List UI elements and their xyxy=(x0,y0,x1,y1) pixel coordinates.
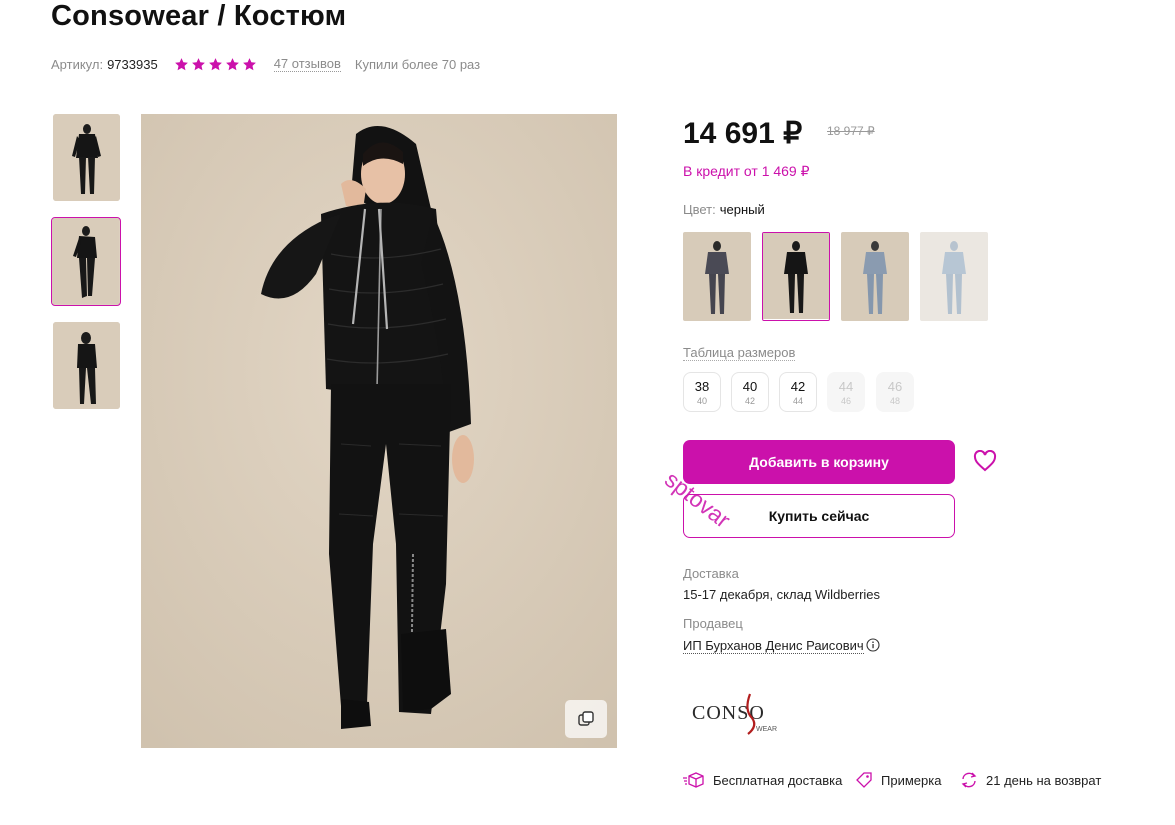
zoom-icon xyxy=(578,711,594,726)
size-value: 44 xyxy=(838,379,854,394)
brand-logo-sub: WEAR xyxy=(756,726,777,733)
article-label: Артикул: xyxy=(51,56,104,72)
size-ru-value: 42 xyxy=(744,396,755,406)
feature-try-on: Примерка xyxy=(855,771,941,789)
zoom-button[interactable] xyxy=(565,700,607,738)
star-icon xyxy=(191,57,205,70)
return-icon xyxy=(961,772,977,788)
brand-logo[interactable]: CONSO WEAR xyxy=(690,690,782,736)
purchases-count: Купили более 70 раз xyxy=(354,56,481,72)
thumbnail-photo xyxy=(53,322,120,409)
size-option-42[interactable]: 42 44 xyxy=(779,372,817,412)
add-to-cart-button[interactable]: Добавить в корзину xyxy=(683,440,955,484)
try-on-text: Примерка xyxy=(881,772,942,788)
size-ru-value: 48 xyxy=(889,396,900,406)
color-label-line: Цвет: черный xyxy=(683,202,765,217)
size-ru-value: 40 xyxy=(696,396,707,406)
size-option-46: 46 48 xyxy=(876,372,914,412)
info-icon[interactable] xyxy=(866,638,880,652)
swatch-photo xyxy=(683,232,751,321)
size-value: 38 xyxy=(694,379,710,394)
product-meta: Артикул: 9733935 47 отзывов Купили более… xyxy=(51,56,480,72)
color-label: Цвет: xyxy=(683,202,716,217)
star-icon xyxy=(208,57,222,70)
size-option-44: 44 46 xyxy=(827,372,865,412)
star-icon xyxy=(225,57,239,70)
size-option-38[interactable]: 38 40 xyxy=(683,372,721,412)
rating-stars xyxy=(174,57,259,72)
seller-link[interactable]: ИП Бурханов Денис Раисович xyxy=(683,638,864,654)
feature-free-delivery: Бесплатная доставка xyxy=(683,771,842,789)
size-value: 40 xyxy=(742,379,758,394)
main-product-image[interactable] xyxy=(141,114,617,748)
thumbnail-1[interactable] xyxy=(53,114,120,201)
seller-label: Продавец xyxy=(683,616,743,631)
thumbnail-photo xyxy=(52,218,119,304)
article-value: 9733935 xyxy=(107,56,158,72)
size-table-link[interactable]: Таблица размеров xyxy=(683,345,796,361)
size-option-40[interactable]: 40 42 xyxy=(731,372,769,412)
buy-now-button[interactable]: Купить сейчас xyxy=(683,494,955,538)
swatch-photo xyxy=(763,233,829,319)
product-photo xyxy=(141,114,617,748)
free-delivery-text: Бесплатная доставка xyxy=(713,772,843,788)
current-price: 14 691 ₽ xyxy=(683,117,803,150)
color-value: черный xyxy=(719,202,765,217)
delivery-label: Доставка xyxy=(683,566,739,581)
thumbnail-2[interactable] xyxy=(51,217,121,306)
star-icon xyxy=(174,57,188,70)
color-swatch-black[interactable] xyxy=(762,232,830,321)
old-price: 18 977 ₽ xyxy=(827,124,875,138)
swatch-photo xyxy=(920,232,988,321)
returns-text: 21 день на возврат xyxy=(986,772,1102,788)
heart-icon[interactable] xyxy=(973,450,997,472)
color-swatch-graphite[interactable] xyxy=(683,232,751,321)
delivery-value: 15-17 декабря, склад Wildberries xyxy=(683,587,881,602)
reviews-link[interactable]: 47 отзывов xyxy=(273,56,341,72)
feature-returns: 21 день на возврат xyxy=(960,771,1101,789)
product-title: Consowear / Костюм xyxy=(51,0,347,32)
size-ru-value: 44 xyxy=(792,396,803,406)
credit-offer[interactable]: В кредит от 1 469 ₽ xyxy=(683,163,810,180)
color-swatch-gray-blue[interactable] xyxy=(841,232,909,321)
size-ru-value: 46 xyxy=(840,396,851,406)
size-value: 42 xyxy=(790,379,806,394)
color-swatch-light-blue[interactable] xyxy=(920,232,988,321)
tag-icon xyxy=(856,772,872,788)
star-icon xyxy=(242,57,256,70)
thumbnail-3[interactable] xyxy=(53,322,120,409)
size-value: 46 xyxy=(887,379,903,394)
thumbnail-photo xyxy=(53,114,120,201)
box-icon xyxy=(683,772,704,788)
swatch-photo xyxy=(841,232,909,321)
